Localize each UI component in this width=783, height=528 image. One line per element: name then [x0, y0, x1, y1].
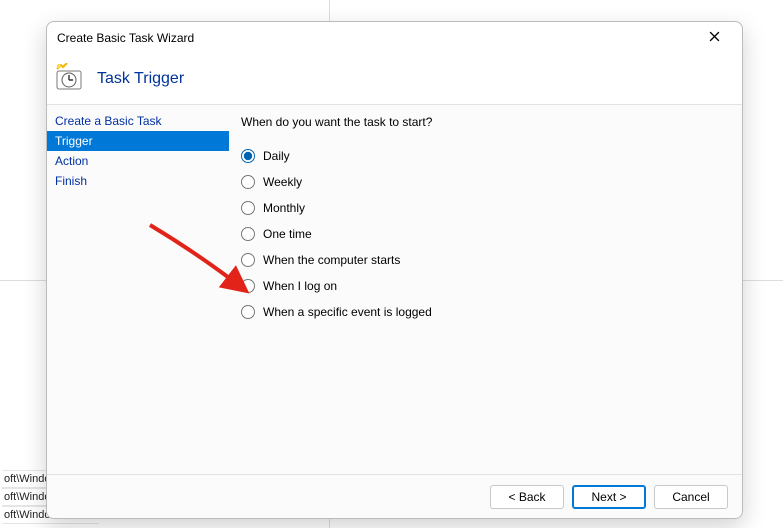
wizard-footer: < Back Next > Cancel: [47, 474, 742, 518]
radio-row: One time: [241, 221, 730, 247]
trigger-prompt: When do you want the task to start?: [241, 115, 730, 129]
wizard-header-title: Task Trigger: [97, 70, 184, 88]
trigger-label-event-logged[interactable]: When a specific event is logged: [263, 305, 432, 319]
titlebar: Create Basic Task Wizard: [47, 22, 742, 54]
trigger-label-weekly[interactable]: Weekly: [263, 175, 302, 189]
cancel-button[interactable]: Cancel: [654, 485, 728, 509]
trigger-label-daily[interactable]: Daily: [263, 149, 290, 163]
wizard-step-trigger[interactable]: Trigger: [47, 131, 229, 151]
wizard-steps: Create a Basic Task Trigger Action Finis…: [47, 105, 229, 474]
trigger-label-onetime[interactable]: One time: [263, 227, 312, 241]
wizard-content: When do you want the task to start? Dail…: [229, 105, 742, 474]
wizard-dialog: Create Basic Task Wizard Task Trigger Cr…: [46, 21, 743, 519]
wizard-body: Create a Basic Task Trigger Action Finis…: [47, 105, 742, 474]
trigger-label-computer-starts[interactable]: When the computer starts: [263, 253, 400, 267]
close-button[interactable]: [696, 24, 732, 52]
task-scheduler-icon: [53, 63, 85, 95]
trigger-radio-log-on[interactable]: [241, 279, 255, 293]
close-icon: [709, 31, 720, 45]
trigger-radio-weekly[interactable]: [241, 175, 255, 189]
radio-row: Weekly: [241, 169, 730, 195]
window-title: Create Basic Task Wizard: [57, 31, 194, 45]
wizard-step-action[interactable]: Action: [47, 151, 229, 171]
trigger-label-log-on[interactable]: When I log on: [263, 279, 337, 293]
radio-row: When the computer starts: [241, 247, 730, 273]
radio-row: When a specific event is logged: [241, 299, 730, 325]
wizard-step-create[interactable]: Create a Basic Task: [47, 111, 229, 131]
trigger-label-monthly[interactable]: Monthly: [263, 201, 305, 215]
radio-row: Monthly: [241, 195, 730, 221]
trigger-radio-computer-starts[interactable]: [241, 253, 255, 267]
trigger-radio-onetime[interactable]: [241, 227, 255, 241]
next-button[interactable]: Next >: [572, 485, 646, 509]
radio-row: When I log on: [241, 273, 730, 299]
wizard-step-finish[interactable]: Finish: [47, 171, 229, 191]
trigger-radio-event-logged[interactable]: [241, 305, 255, 319]
trigger-radio-daily[interactable]: [241, 149, 255, 163]
wizard-header: Task Trigger: [47, 54, 742, 104]
back-button[interactable]: < Back: [490, 485, 564, 509]
trigger-radio-monthly[interactable]: [241, 201, 255, 215]
radio-row: Daily: [241, 143, 730, 169]
